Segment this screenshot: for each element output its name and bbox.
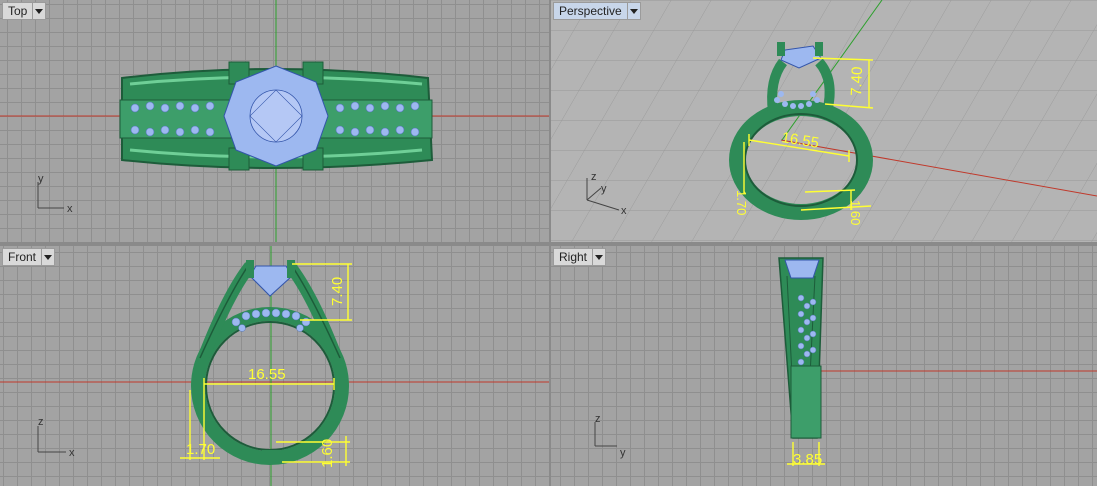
dim-thickness-front: 1.70: [186, 441, 215, 458]
viewport-tab-right[interactable]: Right: [553, 248, 607, 266]
dim-bandheight-persp: 1.60: [848, 200, 863, 225]
ring-top-view[interactable]: [119, 61, 434, 171]
viewport-menu-dropdown-icon[interactable]: [41, 249, 54, 265]
axis-label-y-top: y: [38, 173, 44, 185]
axis-label-y-right: y: [620, 447, 626, 459]
viewport-title-right: Right: [559, 250, 588, 264]
viewport-menu-dropdown-icon[interactable]: [626, 3, 640, 19]
axis-label-y-persp: y: [601, 183, 607, 195]
dim-bandheight-front: 1.60: [319, 439, 336, 468]
axis-label-x-top: x: [67, 203, 73, 215]
viewport-top[interactable]: Top x y: [0, 0, 549, 242]
viewport-right[interactable]: Right 3.85 y z: [551, 246, 1097, 486]
axis-label-x-front: x: [69, 447, 75, 459]
dim-bandwidth-right: 3.85: [793, 451, 822, 468]
viewport-menu-dropdown-icon[interactable]: [592, 249, 605, 265]
viewport-title-front: Front: [8, 250, 37, 264]
right-scene: 3.85 y z: [594, 257, 1097, 468]
axis-label-z-front: z: [38, 416, 44, 428]
axis-label-z-right: z: [595, 413, 601, 425]
viewport-tab-perspective[interactable]: Perspective: [553, 2, 641, 20]
top-scene: x y: [0, 0, 549, 242]
front-scene: 7.40 16.55 1.70 1.60 x z: [0, 246, 549, 486]
viewport-tab-top[interactable]: Top: [2, 2, 47, 20]
axis-label-x-persp: x: [621, 205, 627, 217]
dim-thickness-persp: 1.70: [734, 190, 749, 215]
viewport-title-top: Top: [8, 4, 28, 18]
dim-diameter-front: 16.55: [248, 366, 286, 383]
viewport-front[interactable]: Front 7.40 16.55 1.70 1.60 x z: [0, 246, 549, 486]
viewport-tab-front[interactable]: Front: [2, 248, 56, 266]
viewport-perspective[interactable]: Perspective 7.40 16.55 1.70 1.60 x y z: [551, 0, 1097, 242]
ring-front-view[interactable]: [191, 260, 349, 465]
ring-right-view[interactable]: [778, 257, 824, 439]
viewport-title-perspective: Perspective: [559, 4, 622, 18]
axis-label-z-persp: z: [591, 171, 597, 183]
viewport-menu-dropdown-icon[interactable]: [32, 3, 45, 19]
dim-height-persp: 7.40: [848, 66, 866, 96]
dim-height-front: 7.40: [329, 277, 346, 306]
perspective-scene: 7.40 16.55 1.70 1.60 x y z: [551, 0, 1097, 242]
